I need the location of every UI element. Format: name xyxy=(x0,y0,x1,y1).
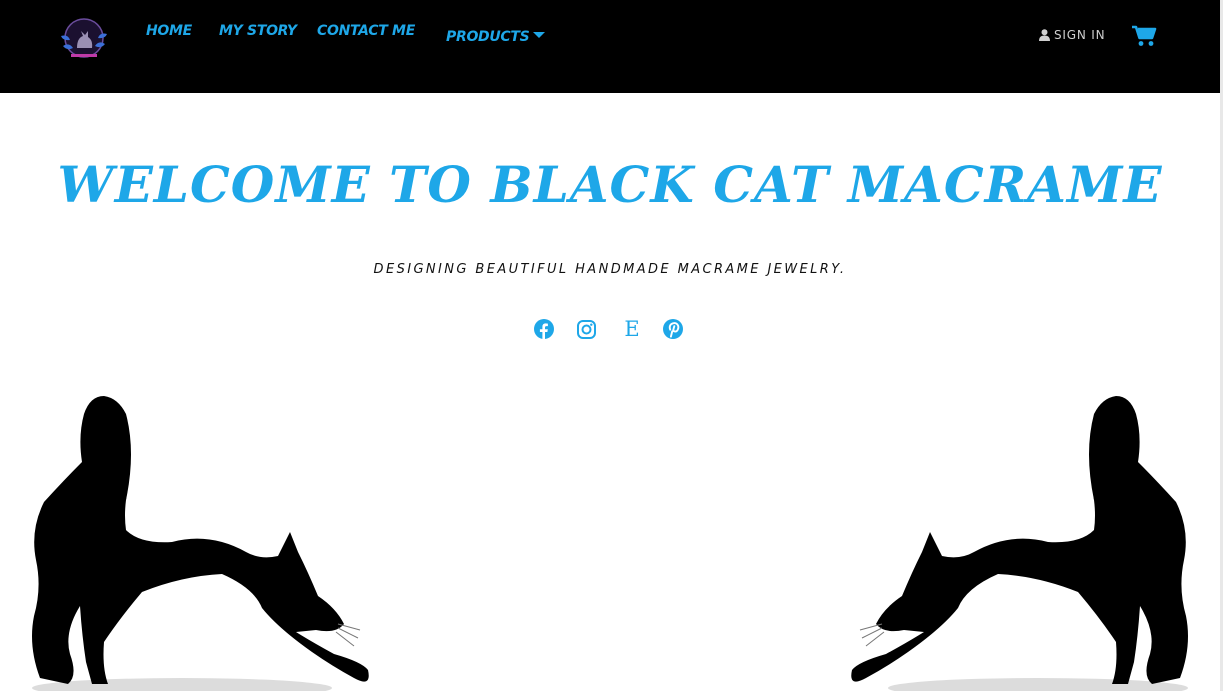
top-navbar: HOME MY STORY CONTACT ME PRODUCTS SIGN I… xyxy=(0,0,1220,93)
nav-home-link[interactable]: HOME xyxy=(146,23,192,39)
shopping-cart-icon xyxy=(1132,25,1157,46)
instagram-link[interactable] xyxy=(575,318,597,340)
user-icon xyxy=(1039,29,1050,41)
facebook-link[interactable] xyxy=(533,318,555,340)
caret-down-icon xyxy=(533,32,546,38)
pinterest-link[interactable] xyxy=(662,318,684,340)
sign-in-link[interactable]: SIGN IN xyxy=(1039,28,1105,42)
etsy-icon: E xyxy=(624,317,640,341)
nav-products-label: PRODUCTS xyxy=(446,29,530,45)
brand-logo[interactable] xyxy=(55,16,113,62)
cart-button[interactable] xyxy=(1132,25,1157,47)
instagram-icon xyxy=(576,319,596,339)
facebook-icon xyxy=(534,319,554,339)
etsy-link[interactable]: E xyxy=(621,317,643,341)
pinterest-icon xyxy=(663,319,683,339)
black-cat-illustration-right xyxy=(838,392,1198,691)
black-cat-illustration-left xyxy=(22,392,382,691)
nav-my-story-link[interactable]: MY STORY xyxy=(219,23,297,39)
nav-products-dropdown[interactable]: PRODUCTS xyxy=(446,29,546,45)
sign-in-label: SIGN IN xyxy=(1054,28,1106,42)
hero-subtitle: DESIGNING BEAUTIFUL HANDMADE MACRAME JEW… xyxy=(373,262,847,277)
hero-title: WELCOME TO BLACK CAT MACRAME xyxy=(57,155,1163,214)
nav-contact-link[interactable]: CONTACT ME xyxy=(317,23,415,39)
